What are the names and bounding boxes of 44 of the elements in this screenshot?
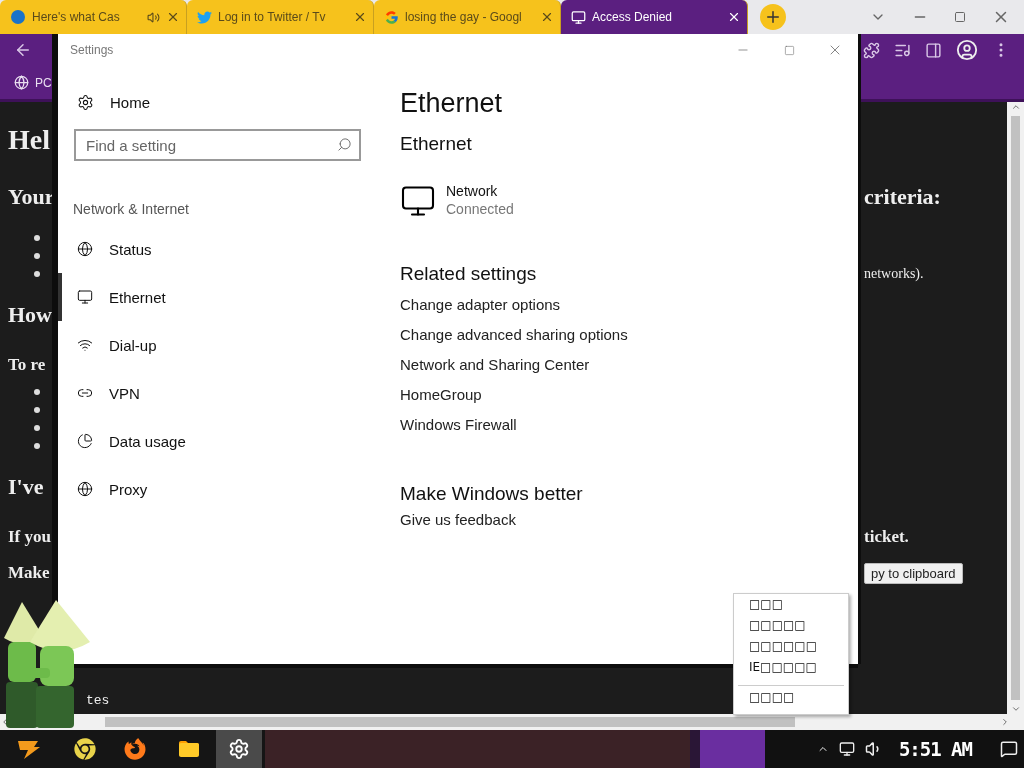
nav-item[interactable]: Dial-up — [58, 321, 400, 369]
menu-item[interactable]: □□□□□ — [734, 618, 848, 639]
page-heading: criteria: — [864, 184, 942, 210]
browser-tab[interactable]: Log in to Twitter / Tv — [187, 0, 374, 34]
browser-tab[interactable]: Access Denied — [561, 0, 748, 34]
clock[interactable]: 5:51 AM — [898, 738, 972, 760]
menu-item[interactable]: IE□□□□□ — [734, 660, 848, 681]
section-heading: Make Windows better — [400, 483, 583, 505]
page-title: Ethernet — [400, 88, 503, 119]
page-heading: How — [8, 302, 53, 328]
page-heading: I've — [8, 474, 45, 500]
search-field[interactable]: Find a setting — [74, 129, 361, 161]
tab-title: Here's what Cas — [32, 10, 121, 24]
section-heading: Ethernet — [400, 133, 472, 155]
page-text: ticket. — [864, 527, 910, 547]
tab-title: losing the gay - Googl — [405, 10, 523, 24]
page-heading: Hel — [8, 124, 51, 156]
nav-item[interactable]: Ethernet — [58, 273, 400, 321]
section-heading: Related settings — [400, 263, 537, 285]
nav-item[interactable]: Status — [58, 225, 400, 273]
network-status: Connected — [446, 201, 514, 217]
menu-item[interactable]: □□□□ — [734, 690, 848, 711]
page-text: Make — [8, 563, 51, 583]
page-text: To re — [8, 355, 47, 375]
nav-item[interactable]: VPN — [58, 369, 400, 417]
window-title: Settings — [70, 43, 114, 57]
section-label: Network & Internet — [73, 201, 190, 217]
feedback-link[interactable]: Give us feedback — [400, 505, 516, 535]
page-text: tes — [86, 692, 110, 708]
bookmark-link[interactable]: PC — [14, 75, 52, 90]
browser-tab[interactable]: Here's what Cas — [0, 0, 187, 34]
menu-item[interactable]: □□□ — [734, 597, 848, 618]
network-name: Network — [446, 183, 499, 199]
copy-button[interactable]: py to clipboard — [864, 562, 963, 584]
nav-item[interactable]: Proxy — [58, 465, 400, 513]
nav-item[interactable]: Data usage — [58, 417, 400, 465]
page-text: If you — [8, 527, 52, 547]
page-heading: Your — [8, 184, 56, 210]
tab-title: Access Denied — [592, 10, 674, 24]
tab-title: Log in to Twitter / Tv — [218, 10, 327, 24]
browser-tab[interactable]: losing the gay - Googl — [374, 0, 561, 34]
home-nav-item[interactable]: Home — [58, 86, 400, 118]
menu-item[interactable]: □□□□□□ — [734, 639, 848, 660]
page-text: networks). — [864, 266, 925, 282]
